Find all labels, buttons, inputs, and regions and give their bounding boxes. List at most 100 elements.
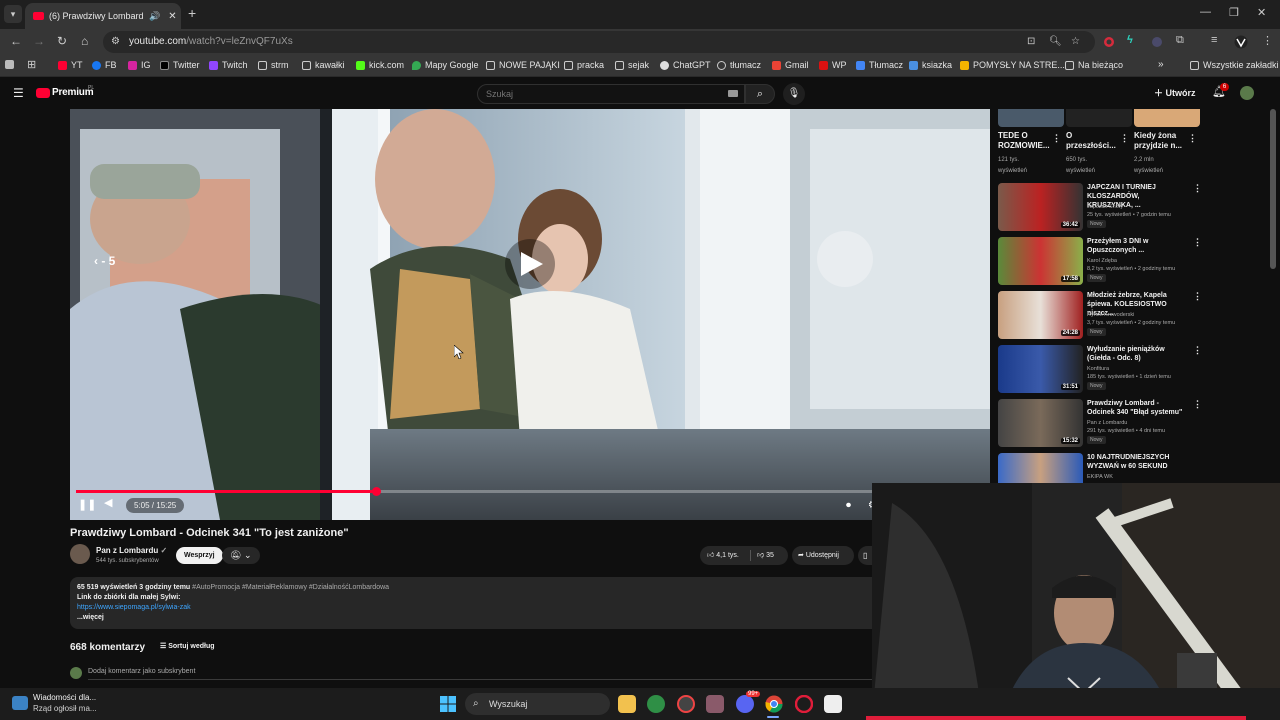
rec-top-thumbnail[interactable] bbox=[1066, 109, 1132, 127]
news-widget-title[interactable]: Wiadomości dla... bbox=[33, 693, 96, 702]
create-button[interactable]: ＋ Utwórz bbox=[1154, 86, 1196, 99]
rec-thumbnail[interactable]: 36:42 bbox=[998, 183, 1083, 231]
chrome-menu-icon[interactable]: ⋮ bbox=[1262, 34, 1273, 47]
add-comment-input[interactable]: Dodaj komentarz jako subskrybent bbox=[88, 668, 195, 675]
app-square-icon[interactable] bbox=[824, 695, 842, 713]
window-minimize-icon[interactable]: — bbox=[1200, 6, 1211, 18]
security-shield-icon[interactable] bbox=[647, 695, 665, 713]
more-vert-icon[interactable]: ⋮ bbox=[1120, 133, 1129, 144]
bookmark-folder-pracka[interactable]: pracka bbox=[564, 60, 604, 70]
more-vert-icon[interactable]: ⋮ bbox=[1193, 291, 1202, 302]
bookmark-tlumacz-2[interactable]: Tłumacz bbox=[856, 60, 903, 70]
recommendation-item[interactable]: 24:28 Młodzież żebrze, Kapela śpiewa. KO… bbox=[998, 291, 1202, 341]
channel-avatar[interactable] bbox=[70, 544, 90, 564]
progress-scrubber-knob[interactable] bbox=[371, 487, 381, 496]
bookmark-twitch[interactable]: Twitch bbox=[209, 60, 248, 70]
bookmark-folder-sejak[interactable]: sejak bbox=[615, 60, 649, 70]
bookmark-grid-icon[interactable] bbox=[5, 60, 18, 69]
photos-app-icon[interactable] bbox=[706, 695, 724, 713]
subscription-bell-dropdown[interactable]: 🔕︎ ⌄ bbox=[222, 547, 260, 564]
bookmark-fb[interactable]: FB bbox=[92, 60, 117, 70]
bookmarks-overflow-chevron-icon[interactable]: » bbox=[1158, 59, 1164, 70]
extension-circle-icon[interactable] bbox=[1151, 36, 1163, 48]
progress-bar[interactable] bbox=[76, 487, 984, 496]
show-more-link[interactable]: ...więcej bbox=[77, 613, 873, 623]
rec-channel[interactable]: Japczan Shoty bbox=[1087, 204, 1123, 210]
share-button[interactable]: ➦ Udostępnij bbox=[792, 546, 854, 565]
news-widget-subtitle[interactable]: Rząd ogłosił ma... bbox=[33, 704, 97, 713]
more-vert-icon[interactable]: ⋮ bbox=[1193, 237, 1202, 248]
bookmark-twitter[interactable]: Twitter bbox=[160, 60, 200, 70]
bookmark-yt[interactable]: YT bbox=[58, 60, 83, 70]
rec-title[interactable]: Prawdziwy Lombard - Odcinek 340 "Błąd sy… bbox=[1087, 399, 1187, 417]
window-restore-icon[interactable]: ❐ bbox=[1229, 6, 1239, 19]
keyboard-icon[interactable] bbox=[728, 90, 738, 97]
hashtags[interactable]: #AutoPromocja #MateriałReklamowy #Działa… bbox=[192, 584, 389, 591]
tab-close-icon[interactable]: ✕ bbox=[168, 11, 176, 22]
zoom-icon[interactable]: 🔍︎ bbox=[1049, 36, 1062, 47]
bookmark-mapy-google[interactable]: Mapy Google bbox=[412, 60, 479, 70]
youtube-logo-icon[interactable] bbox=[36, 88, 50, 98]
apps-grid-icon[interactable]: ⊞ bbox=[27, 58, 36, 71]
search-box[interactable] bbox=[477, 84, 745, 104]
bookmark-star-icon[interactable]: ☆ bbox=[1071, 36, 1080, 47]
description-link[interactable]: https://www.siepomaga.pl/sylwia-zak bbox=[77, 603, 873, 613]
install-app-icon[interactable]: ⊡ bbox=[1027, 36, 1035, 47]
bookmark-folder-kawalki[interactable]: kawałki bbox=[302, 60, 345, 70]
opera-extension-icon[interactable] bbox=[1103, 36, 1115, 48]
bookmark-gmail[interactable]: Gmail bbox=[772, 60, 809, 70]
taskbar-search[interactable]: ⌕ Wyszukaj bbox=[465, 693, 610, 715]
more-vert-icon[interactable]: ⋮ bbox=[1193, 399, 1202, 410]
rec-top-title[interactable]: TEDE O ROZMOWIE... bbox=[998, 131, 1050, 151]
search-input[interactable] bbox=[486, 89, 716, 99]
channel-name[interactable]: Pan z Lombardu ✓ bbox=[96, 546, 167, 555]
page-scrollbar[interactable] bbox=[1270, 109, 1276, 269]
site-info-icon[interactable]: ⚙ bbox=[111, 36, 120, 47]
reload-icon[interactable]: ↻ bbox=[57, 34, 67, 48]
search-button[interactable]: ⌕ bbox=[745, 84, 775, 104]
chrome-taskbar-icon[interactable] bbox=[765, 695, 783, 713]
dislike-button[interactable]: 👎︎ 35 bbox=[757, 546, 774, 565]
rec-channel[interactable]: EKIPA WK bbox=[1087, 474, 1113, 480]
more-vert-icon[interactable]: ⋮ bbox=[1193, 345, 1202, 356]
back-arrow-icon[interactable]: ← bbox=[10, 34, 22, 48]
bookmark-pomysly[interactable]: POMYSŁY NA STRE... bbox=[960, 60, 1065, 70]
rec-thumbnail[interactable]: 31:51 bbox=[998, 345, 1083, 393]
account-avatar[interactable] bbox=[1240, 86, 1254, 100]
window-close-icon[interactable]: ✕ bbox=[1257, 6, 1266, 19]
play-overlay-icon[interactable] bbox=[505, 239, 555, 289]
bookmark-ig[interactable]: IG bbox=[128, 60, 151, 70]
rec-channel[interactable]: Konfitura bbox=[1087, 366, 1109, 372]
rec-channel[interactable]: Pan z Lombardu bbox=[1087, 420, 1127, 426]
rec-title[interactable]: 10 NAJTRUDNIEJSZYCH WYZWAŃ w 60 SEKUND bbox=[1087, 453, 1187, 471]
recommendation-item[interactable]: 15:32 Prawdziwy Lombard - Odcinek 340 "B… bbox=[998, 399, 1202, 449]
video-player[interactable]: ‹ - 5 ❚❚ ◀ 5:05 / 15:25 ⏺ ⚙ bbox=[70, 109, 990, 520]
pause-icon[interactable]: ❚❚ bbox=[78, 496, 96, 514]
file-explorer-icon[interactable] bbox=[618, 695, 636, 713]
more-vert-icon[interactable]: ⋮ bbox=[1193, 183, 1202, 194]
browser-tab-active[interactable]: (6) Prawdziwy Lombard - Od 🔊 ✕ bbox=[25, 3, 181, 29]
discord-icon[interactable] bbox=[736, 695, 754, 713]
extension-k-icon[interactable]: ϟ bbox=[1127, 34, 1133, 46]
recommendation-item[interactable]: 36:42 JAPCZAN I TURNIEJ KLOSZARDÓW, KRUS… bbox=[998, 183, 1202, 233]
sort-comments-button[interactable]: ☰ Sortuj według bbox=[160, 642, 215, 650]
bookmark-kick[interactable]: kick.com bbox=[356, 60, 404, 70]
rec-top-title[interactable]: O przeszłości... bbox=[1066, 131, 1116, 151]
bookmark-tlumacz[interactable]: tłumacz bbox=[717, 60, 761, 70]
recommendation-item[interactable]: 17:58 Przeżyłem 3 DNI w Opuszczonych ...… bbox=[998, 237, 1202, 287]
volume-icon[interactable]: ◀ bbox=[104, 496, 112, 509]
autoplay-toggle-icon[interactable]: ⏺ bbox=[846, 500, 851, 511]
url-text[interactable]: youtube.com/watch?v=leZnvQF7uXs bbox=[129, 36, 293, 47]
rec-top-thumbnail[interactable] bbox=[998, 109, 1064, 127]
rec-top-title[interactable]: Kiedy żona przyjdzie n... bbox=[1134, 131, 1186, 151]
opera-taskbar-icon[interactable] bbox=[795, 695, 813, 713]
voice-search-mic-icon[interactable]: 🎙︎ bbox=[783, 83, 805, 105]
bookmark-folder-na-biezaco[interactable]: Na bieżąco bbox=[1065, 60, 1123, 70]
all-bookmarks-folder[interactable]: Wszystkie zakładki bbox=[1190, 60, 1279, 70]
windows-start-icon[interactable] bbox=[440, 696, 456, 712]
recommendation-item[interactable]: 31:51 Wyłudzanie pieniążków (Giełda - Od… bbox=[998, 345, 1202, 395]
forward-arrow-icon[interactable]: → bbox=[33, 34, 45, 48]
rec-top-thumbnail[interactable] bbox=[1134, 109, 1200, 127]
rec-thumbnail[interactable]: 15:32 bbox=[998, 399, 1083, 447]
recommendation-item[interactable]: 10 NAJTRUDNIEJSZYCH WYZWAŃ w 60 SEKUND E… bbox=[998, 453, 1198, 483]
